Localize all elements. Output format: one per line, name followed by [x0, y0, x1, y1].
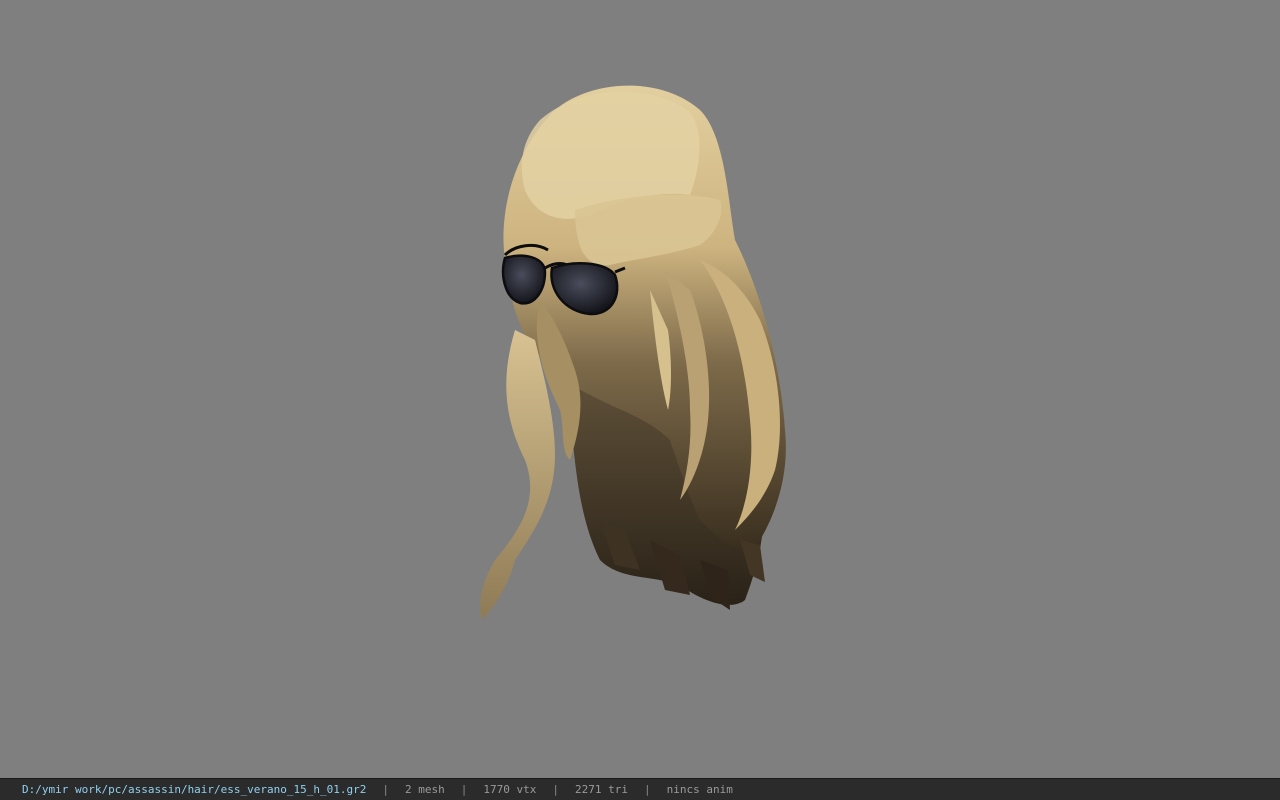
- file-path: D:/ymir work/pc/assassin/hair/ess_verano…: [22, 783, 367, 796]
- hair-left-strand: [480, 300, 581, 620]
- separator: |: [382, 783, 389, 796]
- 3d-viewport[interactable]: [0, 0, 1280, 778]
- separator: |: [552, 783, 559, 796]
- triangle-count: 2271 tri: [574, 783, 628, 796]
- hair-model: [480, 85, 786, 620]
- separator: |: [460, 783, 468, 796]
- vertex-count: 1770 vtx: [483, 783, 537, 796]
- separator: |: [643, 783, 651, 796]
- status-bar: D:/ymir work/pc/assassin/hair/ess_verano…: [0, 778, 1280, 800]
- mesh-count: 2 mesh: [405, 783, 445, 796]
- animation-status: nincs anim: [666, 783, 733, 796]
